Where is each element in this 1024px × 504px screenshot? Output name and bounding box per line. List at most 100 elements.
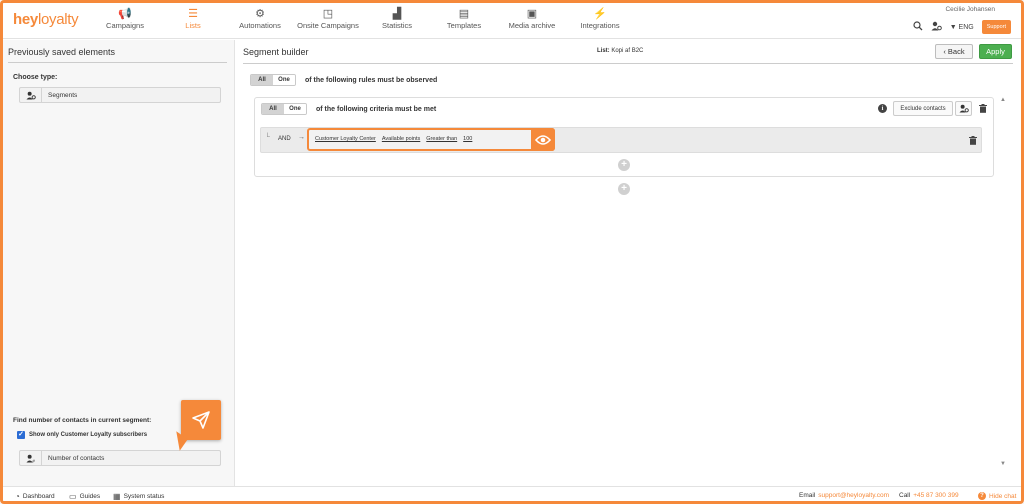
scroll-down-icon[interactable]: ▼ [1000, 461, 1006, 467]
footer-guides[interactable]: ▭ Guides [69, 492, 100, 501]
nav-automations[interactable]: ⚙ Automations [233, 7, 287, 37]
nav-label: Onsite Campaigns [297, 21, 359, 30]
divider [243, 63, 1013, 64]
find-contacts-label: Find number of contacts in current segme… [13, 417, 152, 424]
checkbox-label: Show only Customer Loyalty subscribers [29, 432, 148, 438]
help-icon: ? [978, 492, 986, 500]
logo-accent: loyalty [37, 11, 79, 28]
logo-main: hey [13, 11, 38, 28]
outer-all-one-toggle: All One [250, 74, 296, 86]
connector-label: AND [278, 136, 291, 142]
toggle-all[interactable]: All [262, 104, 284, 114]
support-button[interactable]: Support [981, 20, 1011, 34]
nav-label: Automations [239, 21, 281, 30]
nav-label: Templates [446, 21, 482, 30]
inner-all-one-toggle: All One [261, 103, 307, 115]
svg-text:#: # [32, 458, 35, 462]
nav-campaigns[interactable]: 📢 Campaigns [100, 7, 150, 37]
footer-system-status[interactable]: ▦ System status [113, 492, 164, 501]
nav-templates[interactable]: ▤ Templates [441, 7, 487, 37]
nav-statistics[interactable]: ▟ Statistics [375, 7, 419, 37]
nav-label: Integrations [580, 21, 620, 30]
eye-icon[interactable] [531, 128, 555, 151]
criterion-value[interactable]: 100 [463, 136, 472, 142]
arrow-right-icon: → [298, 134, 305, 141]
call-label: Call [899, 492, 911, 499]
send-tooltip-callout[interactable] [181, 400, 221, 440]
footer: ◔ Dashboard ▭ Guides ▦ System status Ema… [3, 486, 1021, 501]
toggle-one[interactable]: One [284, 104, 306, 114]
email-label: Email [799, 492, 816, 499]
toggle-one[interactable]: One [273, 75, 295, 85]
apply-button[interactable]: Apply [979, 44, 1012, 59]
top-navigation: heyloyalty 📢 Campaigns ☰ Lists ⚙ Automat… [3, 3, 1021, 39]
nav-label: Lists [185, 21, 201, 30]
hide-chat-label: Hide chat [989, 492, 1017, 500]
add-rule-plus-icon[interactable]: + [618, 183, 630, 195]
number-of-contacts-button[interactable]: # Number of contacts [19, 450, 221, 466]
criterion-source[interactable]: Customer Loyalty Center [315, 136, 376, 142]
logo[interactable]: heyloyalty [13, 11, 79, 28]
trash-icon[interactable] [979, 104, 987, 115]
nav-label: Campaigns [106, 21, 144, 30]
divider [8, 62, 227, 63]
list-name: List: Kopi af B2C [597, 48, 643, 54]
info-icon[interactable]: i [878, 104, 887, 113]
user-settings-icon[interactable] [955, 101, 972, 116]
nav-label: Media archive [508, 21, 556, 30]
dashboard-icon: ◔ [15, 492, 20, 501]
phone-link[interactable]: +45 87 300 399 [913, 492, 958, 499]
automation-icon: ⚙ [255, 8, 265, 20]
search-icon[interactable] [913, 20, 923, 34]
footer-guides-label: Guides [79, 493, 101, 500]
criterion-pill[interactable]: Customer Loyalty Center Available points… [307, 128, 555, 151]
user-name[interactable]: Cecilie Johansen [945, 6, 995, 13]
nav-label: Statistics [381, 21, 412, 30]
nav-media-archive[interactable]: ▣ Media archive [506, 7, 558, 37]
segments-button[interactable]: Segments [19, 87, 221, 103]
back-label: Back [947, 47, 965, 56]
add-criterion-plus-icon[interactable]: + [618, 159, 630, 171]
segments-label: Segments [48, 91, 78, 99]
top-right-controls: ▼ ENG Support [913, 19, 1011, 35]
toggle-all[interactable]: All [251, 75, 273, 85]
user-settings-icon [20, 88, 42, 102]
footer-dashboard-label: Dashboard [22, 493, 55, 500]
number-of-contacts-label: Number of contacts [48, 454, 105, 462]
scroll-up-icon[interactable]: ▲ [1000, 97, 1006, 103]
back-button[interactable]: ‹ Back [935, 44, 973, 59]
criterion-operator[interactable]: Greater than [426, 136, 457, 142]
email-link[interactable]: support@heyloyalty.com [818, 492, 889, 499]
language-selector[interactable]: ▼ ENG [950, 24, 974, 31]
user-count-icon: # [20, 451, 42, 465]
user-settings-icon[interactable] [931, 21, 942, 34]
branch-icon: └ [265, 134, 270, 141]
page-title: Segment builder [243, 47, 309, 57]
status-icon: ▦ [113, 492, 121, 501]
nav-integrations[interactable]: ⚡ Integrations [577, 7, 623, 37]
footer-phone: Call +45 87 300 399 [899, 492, 959, 499]
list-prefix: List: [597, 48, 610, 54]
outer-rule-text: of the following rules must be observed [305, 77, 438, 84]
hide-chat-button[interactable]: ? Hide chat [978, 492, 1016, 500]
nav-lists[interactable]: ☰ Lists [173, 7, 213, 37]
template-icon: ▤ [458, 8, 470, 20]
image-icon: ▣ [526, 8, 538, 20]
inner-rule-text: of the following criteria must be met [316, 106, 437, 113]
trash-icon[interactable] [969, 136, 977, 147]
left-panel-title: Previously saved elements [8, 47, 116, 57]
chart-icon: ▟ [392, 8, 402, 20]
exclude-contacts-button[interactable]: Exclude contacts [893, 101, 953, 116]
plug-icon: ⚡ [593, 8, 607, 20]
chevron-left-icon: ‹ [943, 47, 946, 56]
left-panel: Previously saved elements Choose type: S… [3, 40, 235, 486]
list-icon: ☰ [188, 8, 198, 20]
nav-onsite-campaigns[interactable]: ◳ Onsite Campaigns [295, 7, 361, 37]
criterion-field[interactable]: Available points [382, 136, 420, 142]
chat-bubble-icon: ▭ [69, 492, 77, 501]
criterion-text: Customer Loyalty Center Available points… [315, 136, 472, 142]
checkbox[interactable]: ✓ [17, 431, 25, 439]
list-value: Kopi af B2C [611, 48, 644, 54]
footer-dashboard[interactable]: ◔ Dashboard [15, 492, 55, 501]
megaphone-icon: 📢 [118, 8, 132, 20]
